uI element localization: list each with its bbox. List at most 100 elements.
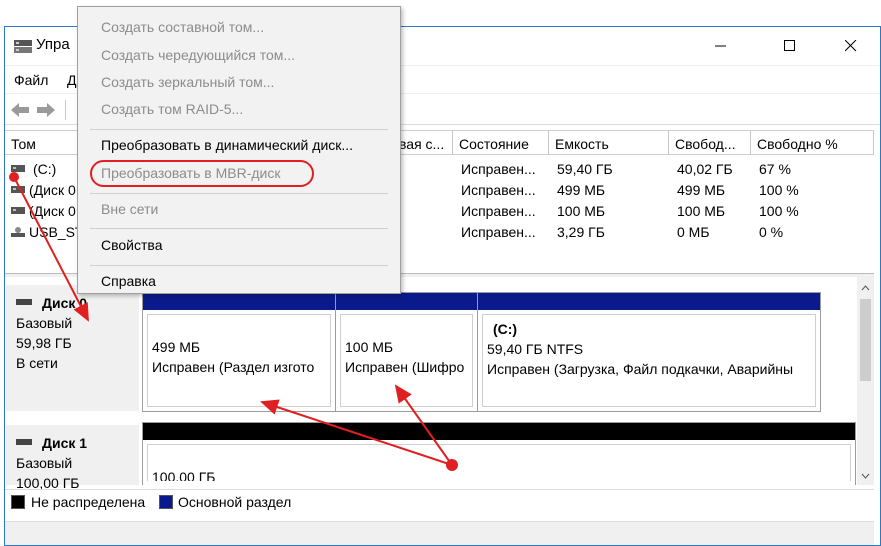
- column-capacity[interactable]: Емкость: [549, 131, 669, 155]
- partition-disk1-unallocated[interactable]: 100,00 ГБ: [142, 422, 856, 485]
- volume-free: 40,02 ГБ: [677, 161, 733, 177]
- partition-size: 100,00 ГБ: [152, 469, 216, 481]
- status-bar: [5, 521, 874, 545]
- menu-properties[interactable]: Свойства: [101, 237, 162, 253]
- scroll-down-icon[interactable]: [857, 469, 874, 483]
- menu-file[interactable]: Файл: [14, 72, 48, 88]
- menu-action[interactable]: Д: [67, 72, 76, 88]
- disk-1-name-row: Диск 1: [16, 433, 139, 453]
- partition-state: Исправен (Шифро: [345, 359, 465, 375]
- window-title: Упра: [36, 36, 70, 53]
- partition-bar: [143, 293, 335, 310]
- volume-free-percent: 67 %: [759, 161, 791, 177]
- volume-capacity: 499 МБ: [557, 182, 606, 198]
- drive-icon: [11, 165, 25, 172]
- menu-create-mirrored[interactable]: Создать зеркальный том...: [101, 74, 274, 90]
- close-icon: [845, 40, 857, 52]
- disk-1-type: Базовый: [16, 455, 73, 471]
- menu-separator: [90, 193, 388, 194]
- partition-title: (C:): [493, 321, 518, 337]
- volume-name: (C:): [33, 161, 57, 177]
- annotation-highlight-oval: [90, 160, 314, 187]
- volume-state: Исправен...: [461, 182, 536, 198]
- usb-drive-icon: [11, 227, 25, 237]
- partition-disk0-c[interactable]: (C:) 59,40 ГБ NTFS Исправен (Загрузка, Ф…: [477, 292, 821, 412]
- menu-offline[interactable]: Вне сети: [101, 201, 158, 217]
- column-free-percent[interactable]: Свободно %: [751, 131, 874, 155]
- drive-icon: [11, 186, 25, 193]
- partition-body: 100,00 ГБ: [147, 444, 851, 481]
- volume-state: Исправен...: [461, 203, 536, 219]
- column-free[interactable]: Свобод...: [669, 131, 751, 155]
- volume-capacity: 3,29 ГБ: [557, 224, 605, 240]
- disk-graphical-view: Диск 0 Базовый 59,98 ГБ В сети 499 МБ Ис…: [5, 277, 874, 491]
- minimize-button[interactable]: [698, 27, 744, 65]
- menu-separator: [90, 265, 388, 266]
- close-button[interactable]: [828, 27, 874, 65]
- volume-free-percent: 100 %: [759, 203, 799, 219]
- context-menu: Создать составной том... Создать чередую…: [77, 6, 401, 294]
- volume-name: USB_ST: [29, 224, 84, 240]
- back-arrow-icon[interactable]: [9, 100, 31, 120]
- volume-free-percent: 0 %: [759, 224, 784, 240]
- menu-help[interactable]: Справка: [101, 273, 156, 289]
- volume-capacity: 100 МБ: [557, 203, 606, 219]
- partition-body: 100 МБ Исправен (Шифро: [340, 314, 473, 407]
- disk-0-name-row: Диск 0: [16, 293, 139, 313]
- volume-free: 0 МБ: [677, 224, 710, 240]
- disk-1-name: Диск 1: [42, 435, 88, 451]
- disk-0-type: Базовый: [16, 315, 73, 331]
- volume-capacity: 59,40 ГБ: [557, 161, 613, 177]
- volume-name: (Диск 0: [29, 203, 76, 219]
- column-state[interactable]: Состояние: [453, 131, 549, 155]
- disk-0-status: В сети: [16, 355, 58, 371]
- menu-create-raid5[interactable]: Создать том RAID-5...: [101, 101, 243, 117]
- menu-create-spanned[interactable]: Создать составной том...: [101, 19, 264, 35]
- column-layout[interactable]: вая с...: [393, 131, 453, 155]
- partition-bar: [143, 423, 855, 440]
- scroll-thumb[interactable]: [860, 299, 871, 381]
- disk-icon: [16, 439, 32, 445]
- partition-disk0-2[interactable]: 100 МБ Исправен (Шифро: [335, 292, 478, 412]
- volume-state: Исправен...: [461, 224, 536, 240]
- disk-1-label[interactable]: Диск 1 Базовый 100,00 ГБ: [6, 425, 139, 491]
- volume-free-percent: 100 %: [759, 182, 799, 198]
- partition-disk0-1[interactable]: 499 МБ Исправен (Раздел изгото: [142, 292, 336, 412]
- menu-create-striped[interactable]: Создать чередующийся том...: [101, 47, 295, 63]
- disk-0-size: 59,98 ГБ: [16, 335, 72, 351]
- legend-unallocated: Не распределена: [31, 494, 146, 510]
- unallocated-swatch: [11, 495, 25, 509]
- volume-free: 499 МБ: [677, 182, 726, 198]
- legend-primary: Основной раздел: [178, 494, 292, 510]
- partition-size: 499 МБ: [152, 339, 201, 355]
- scroll-up-icon[interactable]: [857, 281, 874, 295]
- partition-bar: [478, 293, 820, 310]
- vertical-scrollbar[interactable]: [857, 277, 874, 485]
- partition-state: Исправен (Раздел изгото: [152, 359, 315, 375]
- disk-0-name: Диск 0: [42, 295, 88, 311]
- partition-state: Исправен (Загрузка, Файл подкачки, Авари…: [487, 361, 794, 377]
- partition-body: 499 МБ Исправен (Раздел изгото: [147, 314, 331, 407]
- primary-swatch: [159, 495, 173, 509]
- disk-0-label[interactable]: Диск 0 Базовый 59,98 ГБ В сети: [6, 285, 139, 411]
- column-volume[interactable]: Том: [5, 131, 80, 155]
- menu-separator: [90, 129, 388, 130]
- volume-free: 100 МБ: [677, 203, 726, 219]
- volume-state: Исправен...: [461, 161, 536, 177]
- disk-icon: [16, 299, 32, 305]
- partition-size: 59,40 ГБ NTFS: [487, 341, 584, 357]
- partition-size: 100 МБ: [345, 339, 394, 355]
- forward-arrow-icon[interactable]: [35, 100, 57, 120]
- legend: Не распределена Основной раздел: [5, 489, 874, 513]
- menu-separator: [90, 228, 388, 229]
- maximize-button[interactable]: [767, 27, 813, 65]
- volume-name: (Диск 0: [29, 182, 76, 198]
- minimize-icon: [715, 45, 726, 47]
- toolbar-separator: [65, 100, 66, 120]
- partition-bar: [336, 293, 477, 310]
- partition-body: (C:) 59,40 ГБ NTFS Исправен (Загрузка, Ф…: [482, 314, 816, 407]
- menu-convert-dynamic[interactable]: Преобразовать в динамический диск...: [101, 137, 353, 153]
- disk-management-app-icon: [14, 40, 32, 53]
- drive-icon: [11, 207, 25, 214]
- maximize-icon: [784, 40, 795, 51]
